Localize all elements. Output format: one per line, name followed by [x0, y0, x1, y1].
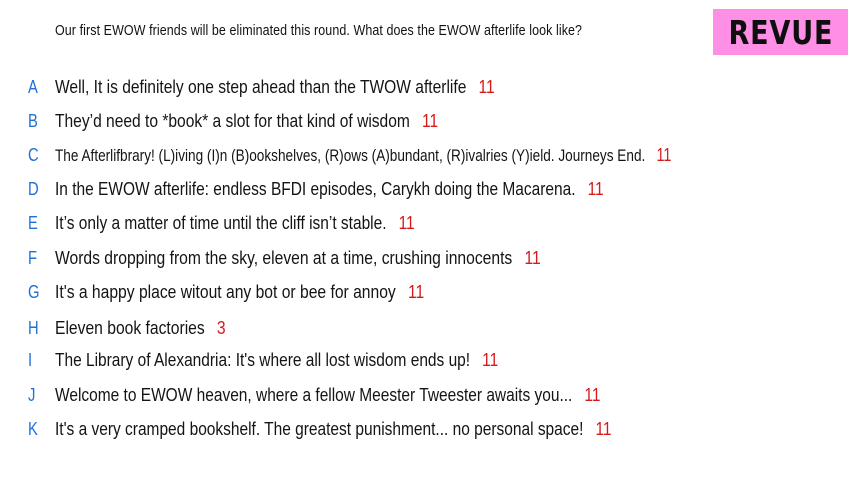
response-score: 11	[524, 248, 541, 268]
response-line: It's a very cramped bookshelf. The great…	[55, 416, 612, 442]
response-letter: C	[28, 145, 39, 165]
response-score: 3	[216, 318, 226, 338]
response-text: In the EWOW afterlife: endless BFDI epis…	[55, 179, 576, 199]
response-letter: K	[28, 419, 38, 439]
response-row-j: J Welcome to EWOW heaven, where a fellow…	[0, 382, 853, 408]
response-line: It’s only a matter of time until the cli…	[55, 210, 415, 236]
response-line: They’d need to *book* a slot for that ki…	[55, 108, 438, 134]
response-list: A Well, It is definitely one step ahead …	[0, 0, 853, 480]
response-text: It’s only a matter of time until the cli…	[55, 213, 387, 233]
response-row-d: D In the EWOW afterlife: endless BFDI ep…	[0, 176, 853, 202]
response-row-a: A Well, It is definitely one step ahead …	[0, 74, 853, 100]
response-row-e: E It’s only a matter of time until the c…	[0, 210, 853, 236]
response-letter: E	[28, 213, 38, 233]
response-letter: H	[28, 318, 39, 338]
response-text: Well, It is definitely one step ahead th…	[55, 77, 467, 97]
response-line: Well, It is definitely one step ahead th…	[55, 74, 495, 100]
response-score: 11	[595, 419, 612, 439]
response-text: Eleven book factories	[55, 318, 205, 338]
response-text: The Afterlifbrary! (L)iving (I)n (B)ooks…	[55, 146, 646, 165]
response-text: It's a happy place witout any bot or bee…	[55, 282, 396, 302]
response-score: 11	[421, 111, 439, 131]
response-row-b: B They’d need to *book* a slot for that …	[0, 108, 853, 134]
response-row-f: F Words dropping from the sky, eleven at…	[0, 245, 853, 271]
response-letter: B	[28, 111, 38, 131]
response-line: The Library of Alexandria: It's where al…	[55, 347, 498, 373]
response-row-i: I The Library of Alexandria: It's where …	[0, 347, 853, 373]
response-score: 11	[478, 77, 495, 97]
response-score: 11	[398, 213, 415, 233]
response-score: 11	[656, 145, 672, 165]
response-text: Welcome to EWOW heaven, where a fellow M…	[55, 385, 573, 405]
response-row-k: K It's a very cramped bookshelf. The gre…	[0, 416, 853, 442]
response-row-g: G It's a happy place witout any bot or b…	[0, 279, 853, 305]
response-letter: A	[28, 77, 38, 97]
response-letter: I	[28, 350, 33, 370]
response-letter: D	[28, 179, 39, 199]
response-text: Words dropping from the sky, eleven at a…	[55, 248, 513, 268]
response-line: Welcome to EWOW heaven, where a fellow M…	[55, 382, 600, 408]
response-letter: F	[28, 248, 38, 268]
response-score: 11	[407, 282, 425, 302]
response-line: In the EWOW afterlife: endless BFDI epis…	[55, 176, 604, 202]
response-score: 11	[482, 350, 499, 370]
response-row-c: C The Afterlifbrary! (L)iving (I)n (B)oo…	[0, 142, 853, 168]
response-row-h: H Eleven book factories 3	[0, 315, 853, 341]
response-line: The Afterlifbrary! (L)iving (I)n (B)ooks…	[55, 142, 671, 169]
response-score: 11	[587, 179, 604, 199]
response-line: It's a happy place witout any bot or bee…	[55, 279, 424, 305]
response-text: The Library of Alexandria: It's where al…	[55, 350, 471, 370]
response-score: 11	[584, 385, 601, 405]
response-text: It's a very cramped bookshelf. The great…	[55, 419, 584, 439]
response-line: Eleven book factories 3	[55, 315, 226, 341]
response-letter: J	[28, 385, 36, 405]
response-letter: G	[28, 282, 40, 302]
response-line: Words dropping from the sky, eleven at a…	[55, 245, 541, 271]
response-text: They’d need to *book* a slot for that ki…	[55, 111, 410, 131]
